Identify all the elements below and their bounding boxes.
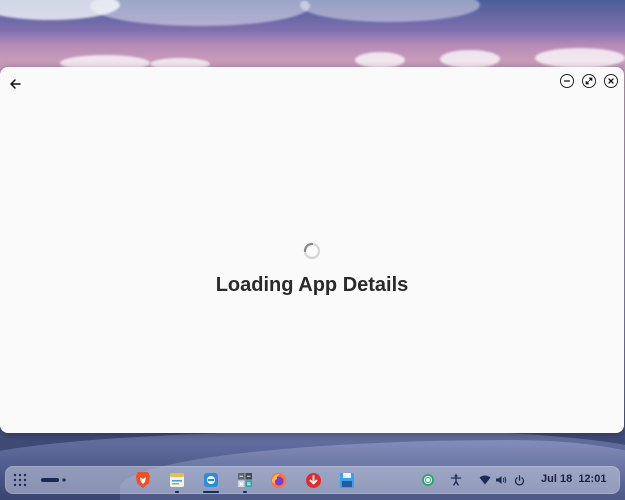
maximize-icon: [585, 77, 593, 85]
workspace-switcher[interactable]: [39, 470, 69, 490]
window-controls: [560, 74, 618, 88]
time-label: 12:01: [578, 473, 607, 485]
taskbar-app-software-center[interactable]: [201, 470, 221, 493]
tray-accessibility[interactable]: [450, 474, 462, 486]
date-label: Jul 18: [541, 473, 573, 485]
taskbar: Jul 18 12:01: [5, 466, 620, 494]
cloud: [535, 48, 625, 68]
loading-title: Loading App Details: [215, 274, 409, 296]
app-grid-icon: [13, 473, 27, 487]
taskbar-app-brave[interactable]: [133, 470, 153, 490]
tray-sync[interactable]: [421, 473, 435, 487]
sync-icon: [422, 474, 434, 486]
tray-power[interactable]: [513, 474, 525, 486]
cloud: [440, 50, 500, 68]
disk-icon: [340, 472, 354, 488]
running-indicator: [175, 491, 179, 493]
taskbar-app-notes[interactable]: [167, 470, 187, 493]
software-center-icon: [204, 473, 218, 487]
volume-icon: [496, 476, 507, 484]
notes-icon: [170, 473, 184, 487]
cloud: [355, 52, 405, 68]
wifi-icon: [479, 475, 491, 485]
cloud: [300, 0, 480, 22]
tray-volume[interactable]: [495, 474, 507, 486]
running-indicator: [243, 491, 247, 493]
minimize-icon: [563, 80, 571, 82]
taskbar-app-disk[interactable]: [337, 470, 357, 490]
calculator-icon: [238, 473, 252, 487]
maximize-button[interactable]: [582, 74, 596, 88]
power-icon: [514, 474, 524, 486]
loading-area: Loading App Details: [0, 242, 624, 297]
taskbar-app-firefox[interactable]: [268, 470, 288, 490]
clock[interactable]: Jul 18 12:01: [541, 473, 606, 485]
active-indicator: [203, 491, 219, 493]
close-icon: [608, 78, 614, 84]
workspace-indicator-icon: [41, 478, 66, 482]
cloud: [90, 0, 310, 26]
brave-browser-icon: [136, 472, 150, 488]
taskbar-app-downloader[interactable]: [303, 470, 323, 490]
taskbar-app-calculator[interactable]: [235, 470, 255, 493]
close-button[interactable]: [604, 74, 618, 88]
desktop: Loading App Details Jul 18 12:01: [0, 0, 625, 500]
back-button[interactable]: [6, 75, 24, 93]
firefox-icon: [270, 472, 286, 488]
loading-spinner-icon: [303, 242, 321, 260]
arrow-left-icon: [9, 79, 21, 89]
launcher-button[interactable]: [10, 470, 30, 490]
minimize-button[interactable]: [560, 74, 574, 88]
accessibility-icon: [450, 474, 462, 486]
app-window: Loading App Details: [0, 67, 624, 433]
downloader-icon: [305, 472, 321, 488]
tray-wifi[interactable]: [479, 474, 491, 486]
